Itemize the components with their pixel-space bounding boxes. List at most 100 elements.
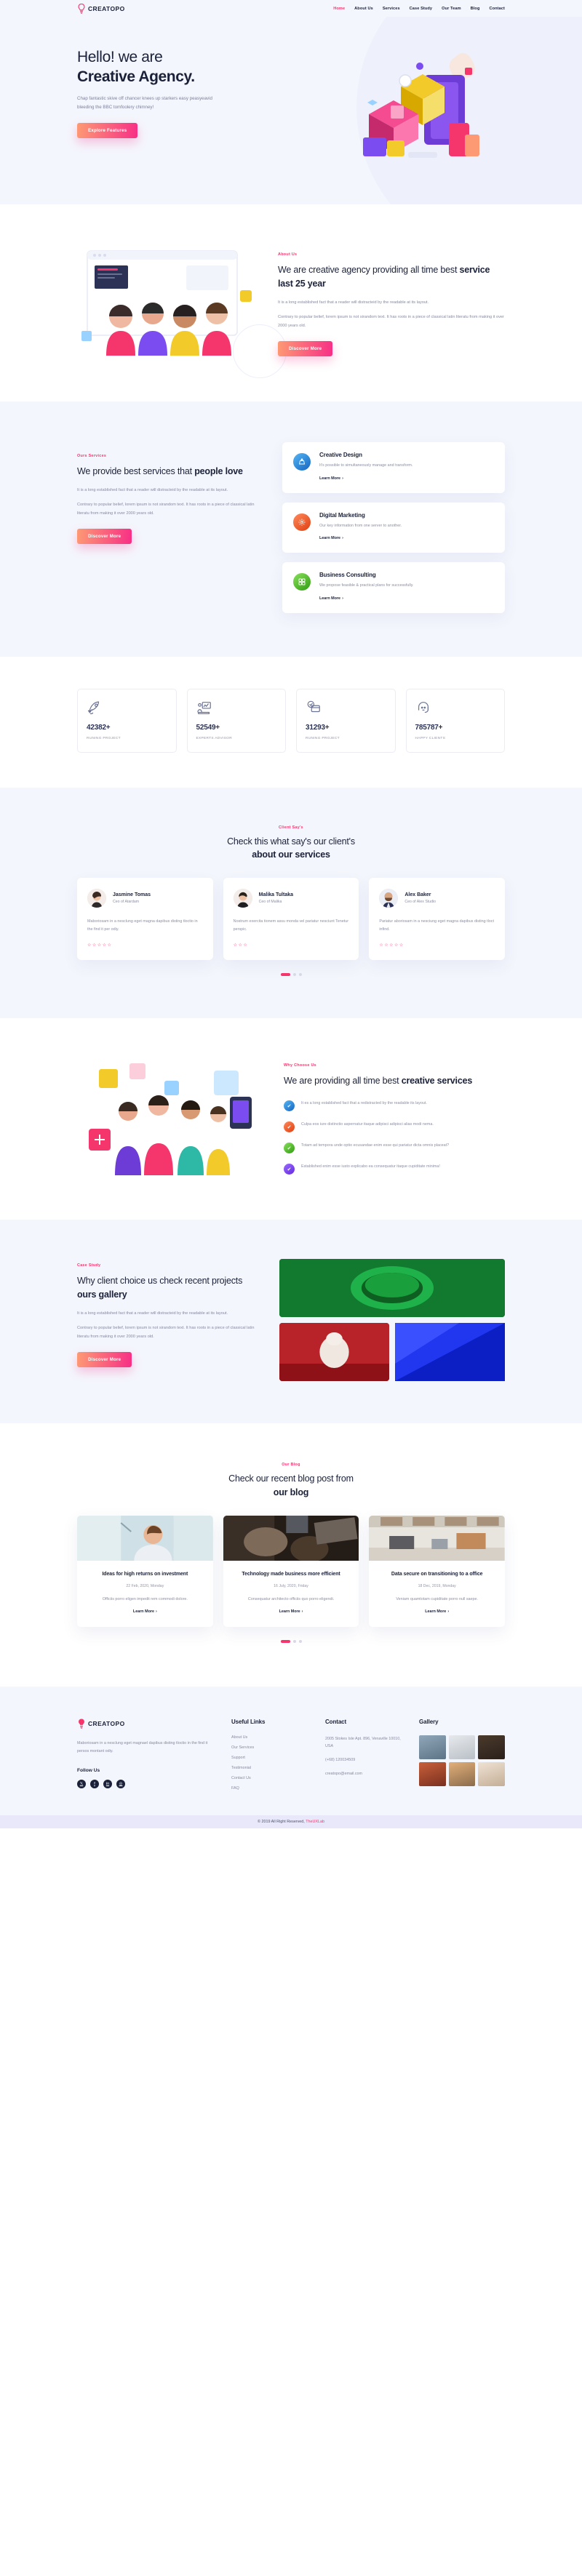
gallery-image-blue[interactable]	[395, 1323, 505, 1382]
gallery-thumb[interactable]	[419, 1762, 446, 1787]
service-card[interactable]: Digital Marketing Our key information fr…	[282, 502, 505, 553]
blog-card[interactable]: Technology made business more efficient …	[223, 1515, 359, 1628]
testimonials-heading: Check this what say's our client's about…	[77, 835, 505, 863]
gallery-thumb[interactable]	[478, 1762, 505, 1787]
service-card[interactable]: Business Consulting We propose feasible …	[282, 562, 505, 613]
why-eyebrow: Why Choose Us	[284, 1063, 316, 1068]
why-feature-item: ✔ It es a long established fact that a r…	[284, 1100, 505, 1112]
consulting-icon	[293, 573, 311, 591]
carousel-dot[interactable]	[298, 1640, 302, 1644]
blog-card[interactable]: Ideas for high returns on investment 22 …	[77, 1515, 213, 1628]
counter-card: 42382+ RUNING PROJECT	[77, 688, 177, 753]
footer-link-faq[interactable]: FAQ	[231, 1786, 309, 1791]
blog-title: Ideas for high returns on investment	[102, 1571, 188, 1577]
linkedin-icon[interactable]: in	[103, 1780, 112, 1788]
nav-item-services[interactable]: Services	[383, 7, 400, 11]
blog-desc: Officiis porro eligen impedit rem commod…	[102, 1596, 188, 1601]
nav-item-about-us[interactable]: About Us	[354, 7, 373, 11]
avatar	[87, 889, 106, 908]
blog-thumbnail	[77, 1515, 213, 1561]
case-study-gallery	[279, 1259, 505, 1382]
service-learn-more-link[interactable]: Learn More ›	[319, 476, 343, 481]
case-study-section: Case Study Why client choice us check re…	[0, 1220, 582, 1424]
nav-item-our-team[interactable]: Our Team	[442, 7, 461, 11]
footer-link-about-us[interactable]: About Us	[231, 1735, 309, 1740]
service-learn-more-link[interactable]: Learn More ›	[319, 536, 343, 540]
carousel-dot-active[interactable]	[280, 973, 290, 977]
about-discover-more-button[interactable]: Discover More	[278, 340, 333, 356]
testimonial-card: Malika Tultaka Ceo of Malika Nostrum exe…	[223, 878, 359, 961]
counter-value: 31293+	[306, 723, 330, 732]
footer-link-support[interactable]: Support	[231, 1756, 309, 1760]
facebook-icon[interactable]: f	[90, 1780, 99, 1788]
nav-item-home[interactable]: Home	[333, 7, 345, 11]
carousel-dot[interactable]	[292, 973, 296, 977]
blog-learn-more-link[interactable]: Learn More ›	[425, 1609, 449, 1614]
gallery-thumb[interactable]	[419, 1735, 446, 1760]
about-section: About Us We are creative agency providin…	[0, 204, 582, 401]
rocket-icon	[87, 700, 167, 716]
service-learn-more-link[interactable]: Learn More ›	[319, 596, 343, 601]
footer-link-contact-us[interactable]: Contact Us	[231, 1776, 309, 1780]
twitter-icon[interactable]: 𝕏	[77, 1780, 86, 1788]
testimonial-text: Nostrum exercita tionem assu monda vel p…	[233, 919, 349, 932]
carousel-dots[interactable]	[77, 973, 505, 977]
footer-about-text: Maboriosam in a nesclung eget magnael da…	[77, 1741, 208, 1754]
blog-date: 16 July, 2020, Friday	[274, 1583, 308, 1588]
footer-link-testimonial[interactable]: Testimonial	[231, 1766, 309, 1770]
blog-thumbnail	[369, 1515, 506, 1561]
avatar	[233, 889, 252, 908]
carousel-dot-active[interactable]	[280, 1640, 290, 1644]
nav-item-case-study[interactable]: Case Study	[410, 7, 432, 11]
counter-label: HAPPY CLIENTS	[415, 736, 446, 740]
footer-gallery-title: Gallery	[419, 1719, 439, 1726]
service-card[interactable]: Creative Design It's possible to simulta…	[282, 442, 505, 493]
blog-card[interactable]: Data secure on transitioning to a office…	[369, 1515, 506, 1628]
counter-card: 52549+ EXPERTS ADVISOR	[186, 688, 286, 753]
design-icon	[293, 453, 311, 471]
carousel-dot[interactable]	[298, 973, 302, 977]
hero-paragraph: Chap fantastic skive off chancer knees u…	[77, 95, 212, 111]
why-heading: We are providing all time best creative …	[284, 1074, 505, 1088]
hero-heading: Hello! we are Creative Agency.	[77, 47, 277, 87]
services-eyebrow: Ours Services	[77, 454, 107, 458]
footer-email[interactable]: creatopo@email.com	[325, 1770, 403, 1777]
nav-item-contact[interactable]: Contact	[489, 7, 505, 11]
services-discover-more-button[interactable]: Discover More	[77, 528, 132, 544]
testimonial-name: Malika Tultaka	[258, 892, 294, 898]
gallery-thumb[interactable]	[448, 1762, 476, 1787]
why-feature-text: Totam ad tempora unde optio ecusandae en…	[301, 1143, 450, 1148]
copyright-brand[interactable]: TheUXLab	[306, 1820, 324, 1824]
brand-logo[interactable]: CREATOPO	[77, 3, 125, 14]
nav-item-blog[interactable]: Blog	[471, 7, 480, 11]
about-heading: We are creative agency providing all tim…	[278, 263, 505, 291]
gallery-image-red[interactable]	[279, 1323, 389, 1382]
blog-learn-more-link[interactable]: Learn More ›	[133, 1609, 157, 1614]
instagram-icon[interactable]: ◎	[116, 1780, 125, 1788]
case-study-discover-more-button[interactable]: Discover More	[77, 1351, 132, 1367]
check-icon: ✔	[284, 1121, 295, 1133]
blog-learn-more-label: Learn More	[132, 1609, 154, 1615]
why-feature-text: Culpa eos iure distinctio aspernatur ita…	[301, 1122, 434, 1127]
chevron-right-icon: ›	[447, 1609, 450, 1615]
about-eyebrow: About Us	[278, 252, 298, 257]
carousel-dot[interactable]	[292, 1640, 296, 1644]
footer-link-our-services[interactable]: Our Services	[231, 1745, 309, 1750]
gallery-thumb[interactable]	[448, 1735, 476, 1760]
chevron-right-icon: ›	[301, 1609, 303, 1615]
about-paragraph-2: Contrary to popular belief, lorem ipsum …	[278, 315, 504, 329]
footer-brand-name: CREATOPO	[88, 1720, 125, 1728]
case-study-paragraph-2: Contrary to popular belief, lorem ipsum …	[77, 1326, 255, 1340]
footer-brand[interactable]: CREATOPO	[77, 1719, 215, 1729]
blog-title: Technology made business more efficient	[242, 1571, 340, 1577]
footer-phone[interactable]: (+68) 120034509	[325, 1756, 403, 1764]
gallery-thumb[interactable]	[478, 1735, 505, 1760]
explore-features-button[interactable]: Explore Features	[77, 123, 138, 138]
avatar	[379, 889, 399, 908]
services-section: Ours Services We provide best services t…	[0, 401, 582, 657]
blog-carousel-dots[interactable]	[77, 1640, 505, 1644]
footer-gallery-grid	[419, 1735, 505, 1787]
gallery-image-green[interactable]	[279, 1259, 505, 1318]
blog-learn-more-link[interactable]: Learn More ›	[279, 1609, 303, 1614]
chevron-right-icon: ›	[155, 1609, 157, 1615]
